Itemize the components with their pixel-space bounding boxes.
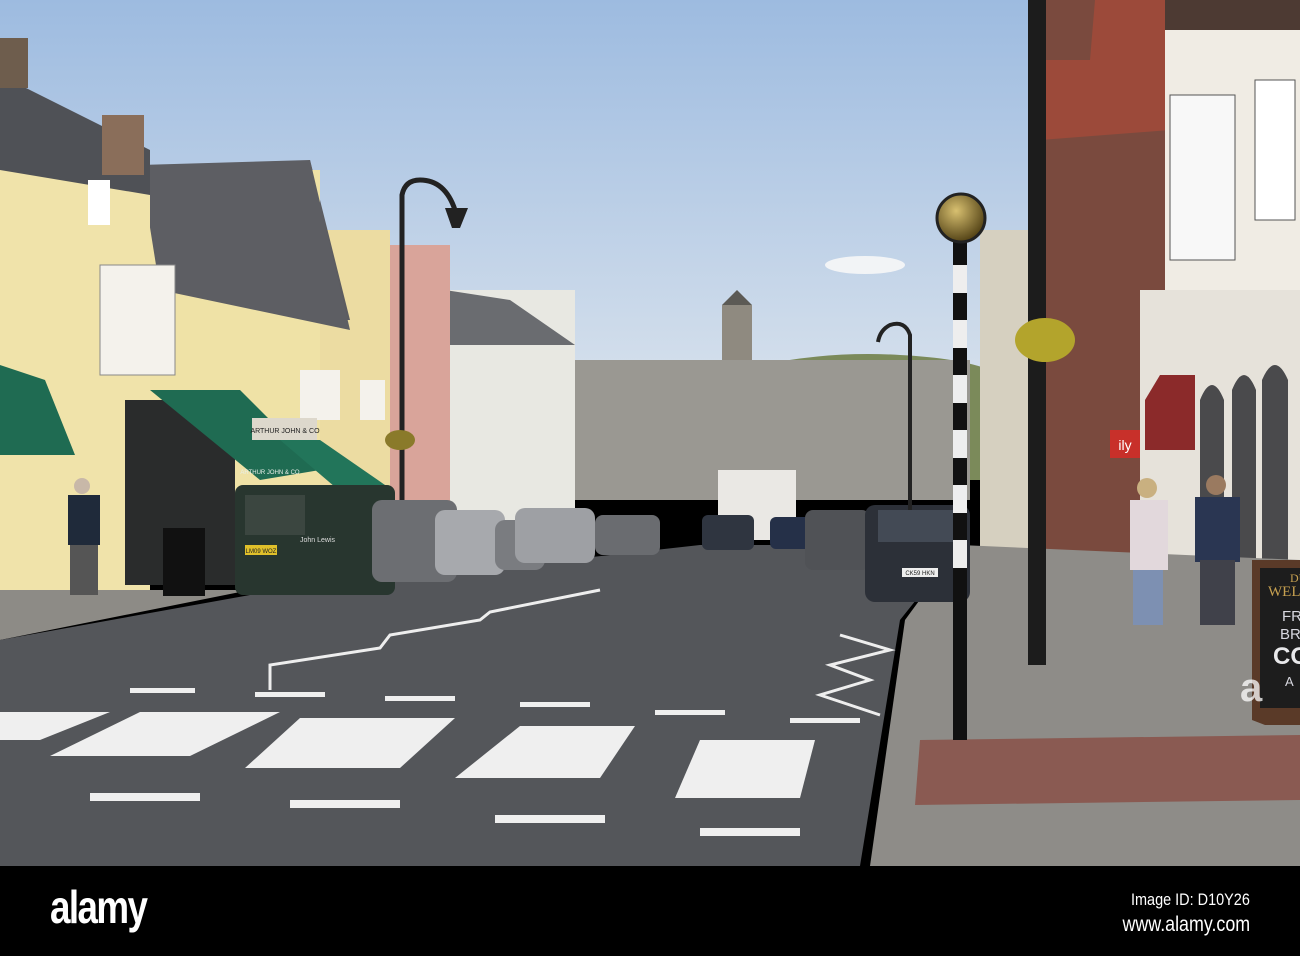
pedestrian <box>68 478 100 595</box>
watermark-bar <box>0 866 1300 956</box>
awning-text: ARTHUR JOHN & CO <box>240 470 300 476</box>
van-livery: John Lewis <box>300 537 336 544</box>
hanging-basket <box>385 430 415 450</box>
street-scene: ARTHUR JOHN & CO ARTHUR JOHN & CO ily LM… <box>0 0 1300 866</box>
window <box>360 380 385 420</box>
street-photo: ARTHUR JOHN & CO ARTHUR JOHN & CO ily LM… <box>0 0 1300 956</box>
cloud <box>825 256 905 274</box>
window <box>88 180 110 225</box>
tudor-timber <box>1165 0 1300 30</box>
pedestrian <box>1130 478 1168 625</box>
bay-window <box>99 264 176 376</box>
alamy-url[interactable]: www.alamy.com <box>1122 913 1250 937</box>
a-board-title-2: WELL <box>1268 584 1300 600</box>
a-board-line-2: BR <box>1280 626 1300 643</box>
a-board-line-1: FR <box>1282 608 1300 625</box>
belisha-beacon-globe <box>935 192 987 244</box>
red-sign-text: ily <box>1118 437 1131 453</box>
car-plate: CK59 HKN <box>905 571 934 577</box>
parked-car <box>435 510 505 575</box>
image-id: Image ID: D10Y26 <box>1131 890 1250 909</box>
brick-paving <box>915 735 1300 805</box>
window <box>300 370 340 420</box>
window-bay <box>1169 94 1236 261</box>
a-board-title-1: DU <box>1290 571 1300 585</box>
shop-fascia-text: ARTHUR JOHN & CO <box>250 428 320 435</box>
hanging-basket <box>1015 318 1075 362</box>
van-plate: LM09 WOZ <box>246 549 277 555</box>
pedestrian <box>1195 475 1240 625</box>
watermark-mark: a <box>1240 666 1263 710</box>
chimney <box>102 115 144 175</box>
moving-car <box>702 515 754 550</box>
a-board-line-3: CO <box>1273 643 1300 670</box>
parked-car <box>515 508 595 563</box>
parked-car <box>595 515 660 555</box>
alamy-logo: alamy <box>50 881 148 933</box>
parked-car-right <box>805 510 870 570</box>
litter-bin <box>163 528 205 596</box>
chimney <box>0 38 28 88</box>
window-bay <box>1254 79 1296 221</box>
parked-van: LM09 WOZ John Lewis <box>235 485 395 595</box>
a-board-line-4: A <box>1285 674 1294 689</box>
